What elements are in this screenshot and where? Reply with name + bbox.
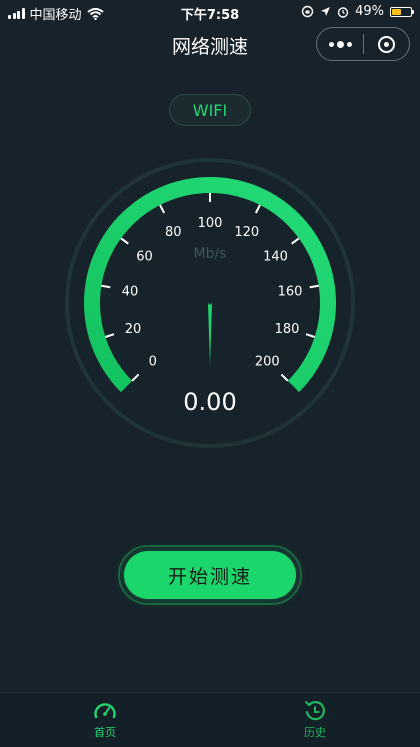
status-bar: 中国移动 下午7:58 49% (0, 0, 420, 24)
close-miniprogram-button[interactable] (364, 28, 409, 60)
speed-value: 0.00 (183, 388, 237, 416)
speedometer-icon (94, 703, 116, 719)
tab-home-label: 首页 (94, 726, 116, 739)
gauge-tick-label: 20 (125, 322, 142, 337)
gauge-tick-label: 140 (263, 249, 288, 264)
history-icon (305, 701, 325, 721)
battery-icon (390, 6, 414, 17)
alarm-icon (337, 6, 349, 18)
gauge-tick-label: 100 (198, 216, 223, 231)
start-button-ring: 开始测速 (118, 545, 302, 605)
tab-history-label: 历史 (304, 726, 326, 739)
status-right: 49% (301, 4, 414, 19)
miniprogram-capsule (316, 27, 410, 61)
gauge-tick (309, 284, 319, 289)
more-dot-icon (346, 41, 352, 47)
gauge-tick-label: 200 (255, 354, 280, 369)
tab-bar: 首页 历史 (0, 692, 420, 747)
gauge-tick-label: 60 (136, 249, 153, 264)
gauge-tick-label: 40 (122, 284, 139, 299)
more-button[interactable] (317, 28, 363, 60)
battery-percent: 49% (355, 4, 384, 19)
tab-home[interactable]: 首页 (0, 693, 210, 747)
gauge-tick-label: 180 (275, 322, 300, 337)
gauge-tick (101, 284, 111, 289)
gauge-tick-label: 80 (165, 225, 182, 240)
location-icon (321, 7, 331, 16)
more-dot-icon (336, 40, 344, 48)
target-icon (378, 35, 395, 53)
gauge-tick-label: 160 (278, 284, 303, 299)
battery-fill (392, 8, 401, 15)
gauge-unit: Mb/s (194, 246, 227, 262)
gauge-tick-label: 120 (234, 225, 259, 240)
network-type-badge: WIFI (169, 94, 251, 126)
tab-history[interactable]: 历史 (210, 693, 420, 747)
start-test-button[interactable]: 开始测速 (124, 551, 296, 599)
more-dot-icon (328, 41, 334, 47)
rotation-lock-icon (301, 5, 314, 18)
gauge-tick-label: 0 (149, 354, 157, 369)
